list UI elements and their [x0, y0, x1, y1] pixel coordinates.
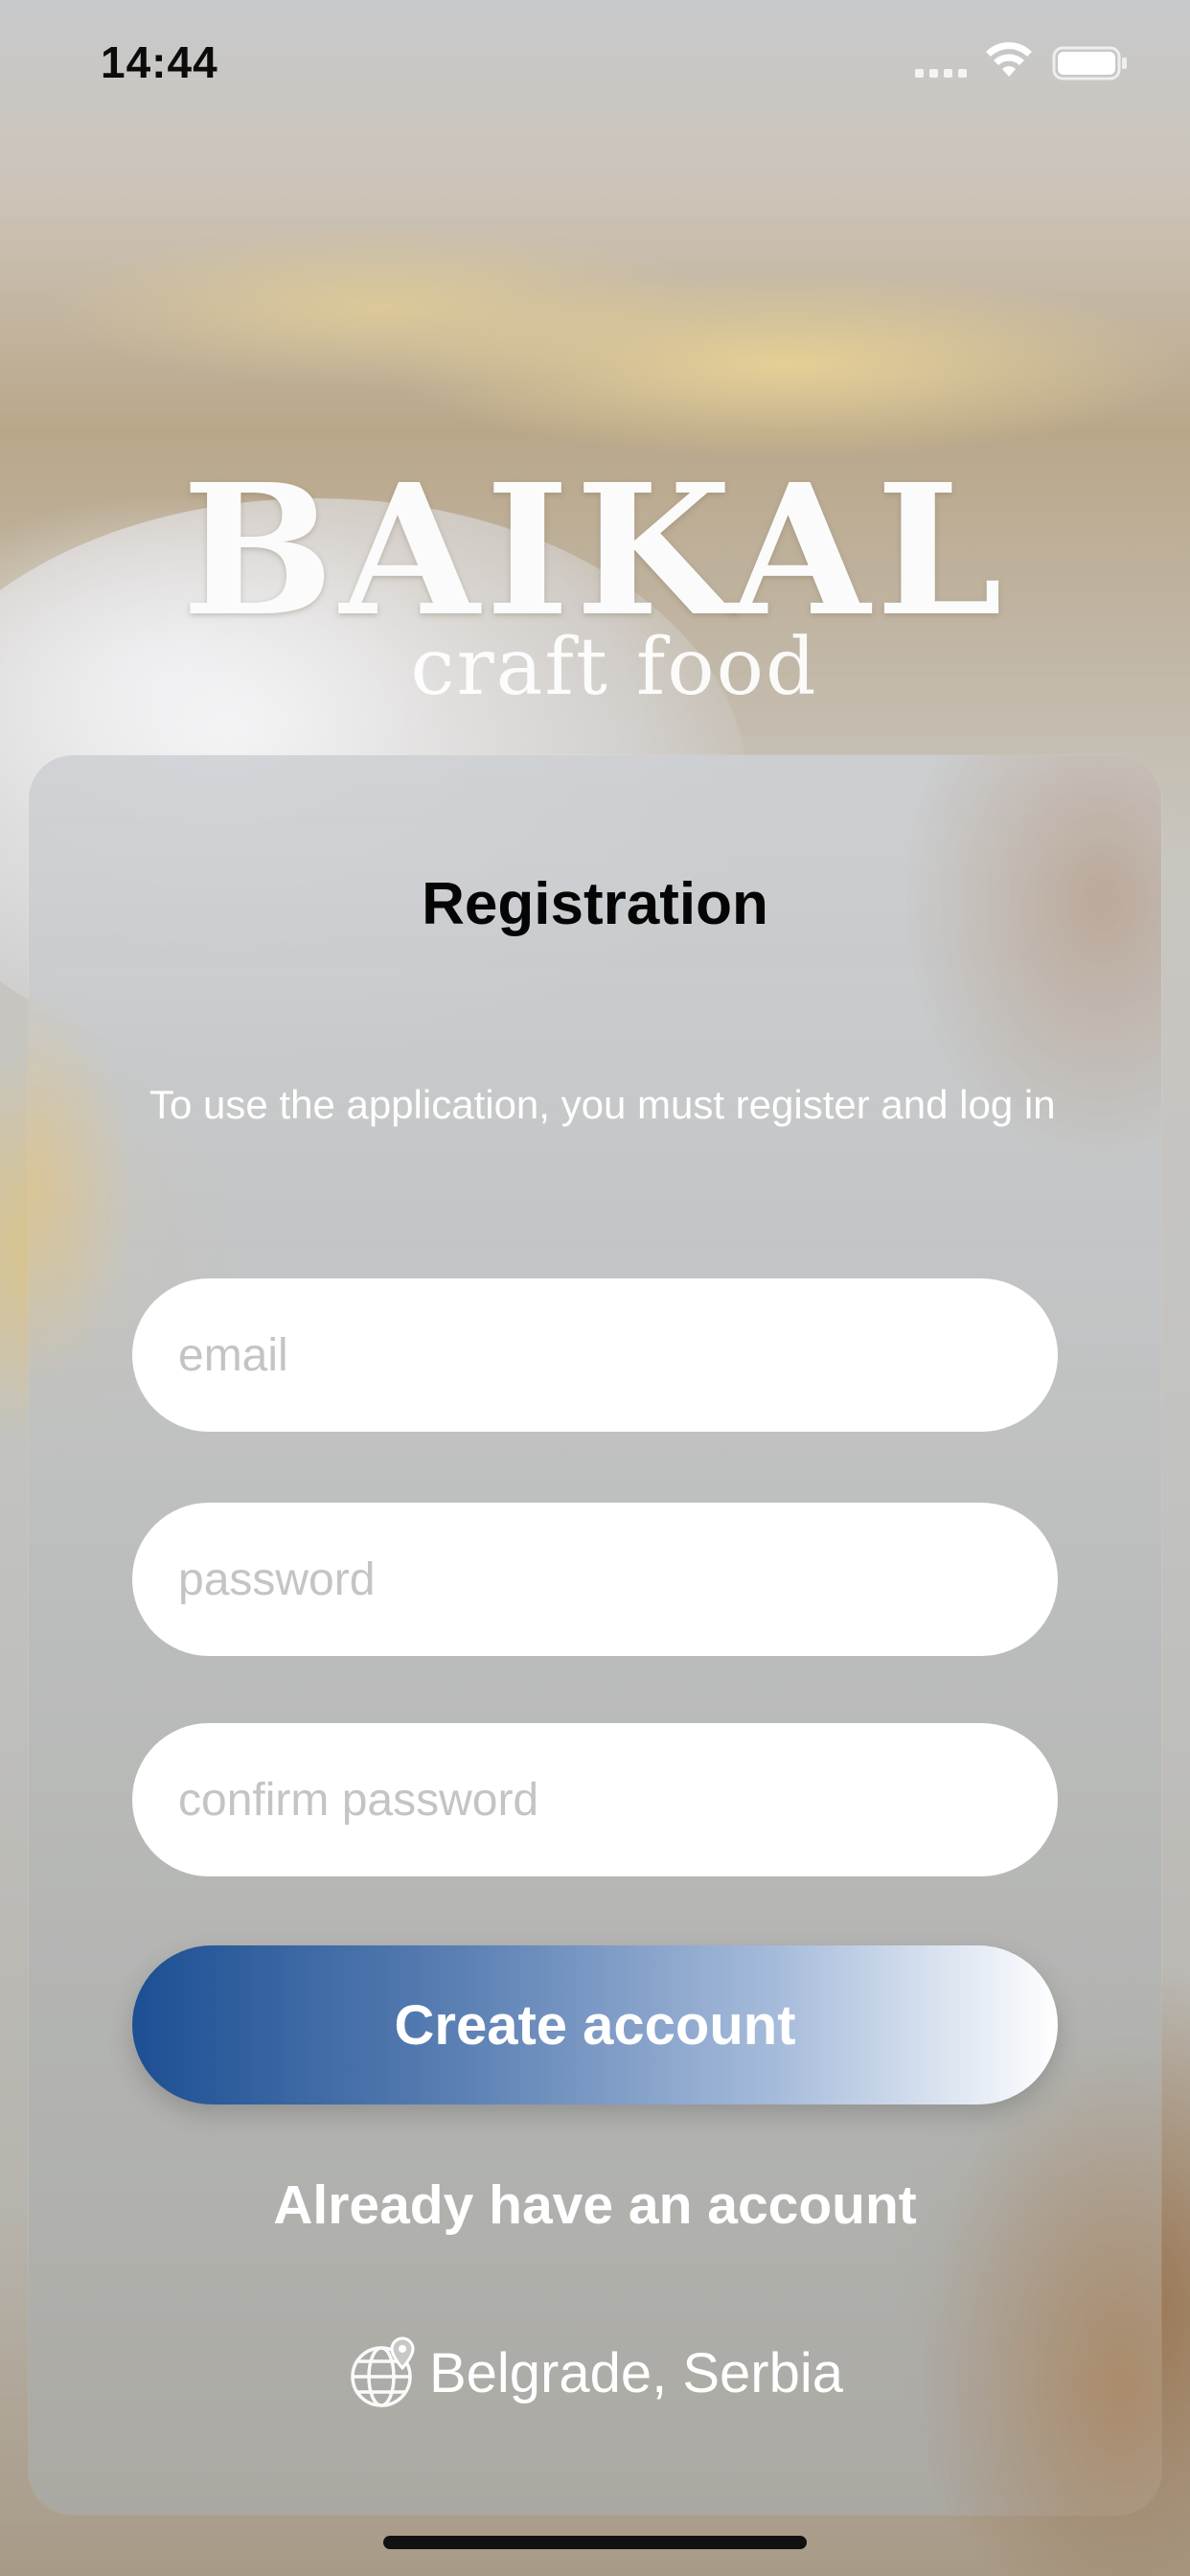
globe-location-icon	[351, 2336, 415, 2407]
home-indicator[interactable]	[383, 2536, 807, 2549]
battery-icon	[1052, 46, 1127, 80]
cellular-signal-icon	[915, 69, 967, 78]
registration-card: Registration To use the application, you…	[29, 755, 1161, 2515]
location-display: Belgrade, Serbia	[29, 2334, 1161, 2411]
location-label: Belgrade, Serbia	[428, 2341, 844, 2404]
registration-description: To use the application, you must registe…	[149, 1082, 1056, 1127]
password-field[interactable]	[132, 1503, 1058, 1656]
brand-logo: BAIKAL craft food	[0, 445, 1190, 713]
logo-tagline: craft food	[410, 622, 818, 713]
email-field[interactable]	[132, 1278, 1058, 1432]
page-title: Registration	[422, 871, 768, 937]
confirm-password-field[interactable]	[132, 1723, 1058, 1876]
already-have-account-link[interactable]: Already have an account	[29, 2174, 1161, 2237]
app-screen: 14:44 BAIKAL craft food Registration To …	[0, 0, 1190, 2576]
status-bar: 14:44	[0, 0, 1190, 125]
logo-wordmark: BAIKAL	[181, 445, 1009, 656]
status-time: 14:44	[101, 37, 218, 87]
create-account-button[interactable]: Create account	[132, 1945, 1058, 2104]
wifi-icon	[986, 42, 1032, 77]
